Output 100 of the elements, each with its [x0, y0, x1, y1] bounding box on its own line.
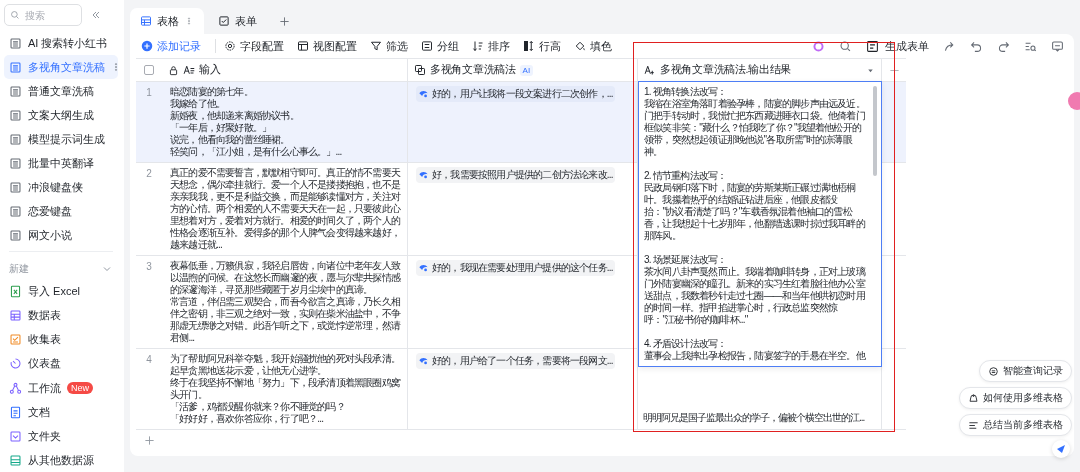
create-item[interactable]: 工作流 New [4, 376, 118, 400]
section-text: 民政局钢印落下时，陆宴的劳斯莱斯正碾过满地梧桐叶。我攥着热乎的结婚证钻进后座，他眼皮都没抬："协议看清楚了吗？"车载香氛混着他袖口的雪松香，让我想起十七岁那年，他翻墙逃课时掠过我耳畔的那阵风。 [644, 182, 865, 242]
toolbar-button[interactable]: 字段配置 [219, 36, 289, 56]
toolbar-button[interactable]: 分组 [416, 36, 464, 56]
row-number: 3 [145, 260, 153, 274]
cell-text-line: 暗恋陆宴的第七年。 [170, 86, 254, 98]
folder-icon [9, 429, 22, 443]
add-view-icon[interactable] [279, 15, 290, 27]
sidebar-item[interactable]: 恋爱键盘 [4, 199, 118, 224]
table-icon [9, 60, 22, 74]
cell-text-line: 新婚夜，他却递来离婚协议书。 [170, 110, 300, 122]
search-icon[interactable] [839, 39, 852, 53]
row-number: 4 [145, 353, 153, 367]
cell-text-line: 常言道，伴侣需三观契合，而吾今欲言之真谛，乃长久相伴之密钥，非三观之绝对一致，实则在柴米油盐中，不争那虚无缥缈之对错。此语乍听之下，或觉悖逆常理，然请君侧... [170, 296, 402, 344]
table-icon [9, 108, 22, 122]
sidebar-item[interactable]: 文案大纲生成 [4, 103, 118, 128]
text-field-icon [644, 64, 656, 76]
column-header[interactable]: 多视角文章洗稿法 AI [408, 59, 638, 81]
ai-result-chip[interactable]: 好的，用户让我将一段文案进行二次创作，... [416, 86, 615, 102]
table-icon [9, 204, 22, 218]
table-icon [9, 180, 22, 194]
cell-text-line: 明明阿兄是国子监最出众的学子，偏被个横空出世的江... [643, 411, 865, 425]
toolbar-button[interactable]: 视图配置 [292, 36, 362, 56]
view-settings-icon [297, 40, 309, 52]
sidebar-item[interactable]: 普通文章洗稿 [4, 79, 118, 104]
ai-result-chip[interactable]: 好，我需要按照用户提供的二创方法论来改... [416, 167, 615, 183]
cell-text-line: 轻笑问，「江小姐，是有什么心事么。」... [170, 146, 343, 158]
create-item[interactable]: 文件夹 [4, 424, 118, 449]
create-item[interactable]: 仪表盘 [4, 351, 118, 376]
create-item[interactable]: 从其他数据源 [4, 448, 118, 472]
toolbar-button[interactable]: 排序 [467, 36, 515, 56]
table-icon [9, 36, 22, 50]
comment-icon[interactable] [1051, 39, 1064, 53]
filter-icon [370, 40, 382, 52]
add-row-icon[interactable] [144, 434, 155, 446]
create-item[interactable]: 数据表 [4, 303, 118, 328]
section-text: 我缩在浴室角落盯着验孕棒，陆宴的脚步声由远及近。门把手转动时，我慌忙把东西藏进睡衣口袋。他倚着门框似笑非笑："藏什么？怕我吃了你？"我望着他松开的领带，突然想起领证那晚他说"各取所需"时的凉薄眼神。 [644, 98, 865, 158]
create-item[interactable]: 文档 [4, 400, 118, 425]
undo-icon[interactable] [970, 39, 983, 53]
sidebar-item[interactable]: 冲浪键盘侠 [4, 175, 118, 200]
sidebar-item[interactable]: 批量中英翻译 [4, 151, 118, 176]
cell-text-line: 终于在我坚持不懈地「努力」下，段承清顶着黑眼圈鸡窝头开门。 [170, 377, 402, 401]
ai-spark-icon [418, 355, 429, 367]
collapse-icon[interactable] [90, 9, 102, 21]
ai-result-chip[interactable]: 好的，我现在需要处理用户提供的这个任务... [416, 260, 615, 276]
floating-action-button[interactable]: 总结当前多维表格 [959, 414, 1072, 436]
scrollbar[interactable] [873, 86, 877, 176]
ai-result-chip[interactable]: 好的，用户给了一个任务，需要将一段网文... [416, 353, 615, 369]
table-icon [9, 132, 22, 146]
search-icon [10, 10, 20, 20]
expanded-cell-dialog[interactable] [638, 81, 882, 367]
sidebar-item[interactable]: 模型提示词生成 [4, 127, 118, 152]
toolbar-button[interactable]: 行高 [518, 36, 566, 56]
view-tab[interactable]: 表单 [208, 8, 267, 34]
gauge-icon [9, 357, 22, 371]
cell-text-line: 真正的爱不需要誓言，默默相守即可。真正的情不需要天天想念，偶尔牵挂就行。爱一个人不是搂搂抱抱，也不是亲亲我我，更不是利益交换，而是能够读懂对方，关注对方的心情。两个相爱的人不需要天天在一起，只要彼此心里想着对方，爱着对方就行。相爱的时间久了，两个人的性格会逐渐互补。爱得多的那个人脾气会变得越来越好，越来越迁就... [170, 167, 402, 251]
cell-text-line: 为了帮助阿兄科举夺魁，我开始骚扰他的死对头段承清。 [170, 353, 401, 365]
table-icon [9, 228, 22, 242]
column-header[interactable]: 输入 [162, 59, 408, 81]
sidebar-item[interactable]: 多视角文章洗稿 [4, 55, 118, 80]
add-icon [141, 40, 153, 52]
sidebar-item[interactable]: 网文小说 [4, 223, 118, 248]
workflow-icon [9, 381, 22, 395]
create-item[interactable]: 收集表 [4, 327, 118, 352]
section-text: 茶水间八卦声戛然而止。我端着咖啡转身，正对上玻璃门外陆宴幽深的瞳孔。新来的实习生红着脸往他办公室送甜点，我数着秒针走过七圈——和当年他哄初恋时用的时间一样。指甲掐进掌心时，行政总监突然惊呼："江秘书你的咖啡杯..." [644, 266, 865, 326]
toolbar-button[interactable]: 填色 [569, 36, 617, 56]
cell-text-line: 「好好好，喜欢你答应你，行了吧？... [170, 413, 325, 425]
floating-action-button[interactable]: 如何使用多维表格 [959, 387, 1072, 409]
section-title: 新建 [9, 262, 29, 277]
toolbar-button[interactable]: 添加记录 [136, 36, 206, 56]
section-heading: 2. 情节重构法改写： [644, 170, 728, 182]
cell-text-line: 「活爹，鸡都没醒你就来？你不睡觉的吗？ [170, 401, 346, 413]
redo-icon[interactable] [997, 39, 1010, 53]
cell-text-line: 我嫁给了他。 [170, 98, 227, 110]
excel-file-icon [9, 285, 22, 299]
search-field[interactable]: 搜索 [4, 4, 82, 26]
database-icon [9, 453, 22, 467]
section-heading: 1. 视角转换法改写： [644, 86, 728, 98]
table-icon [9, 156, 22, 170]
checkbox[interactable] [144, 65, 154, 75]
share-icon[interactable] [943, 39, 956, 53]
ai-assistant-icon[interactable] [812, 39, 825, 53]
table-icon [9, 84, 22, 98]
gear-icon [224, 40, 236, 52]
grid-icon [140, 15, 152, 27]
row-number: 1 [145, 86, 153, 100]
cell-text-line: 「一年后，好聚好散。」 [170, 122, 273, 134]
toolbar-button[interactable]: 筛选 [365, 36, 413, 56]
create-item[interactable]: 导入 Excel [4, 279, 118, 304]
sidebar-item[interactable]: AI 搜索转小红书 [4, 31, 118, 56]
ai-spark-icon [418, 88, 429, 100]
summary-icon [968, 419, 979, 431]
section-heading: 3. 场景延展法改写： [644, 254, 728, 266]
document-icon [9, 405, 22, 419]
sort-icon [472, 40, 484, 52]
row-number: 2 [145, 167, 153, 181]
view-tab[interactable]: 表格 [130, 8, 204, 34]
form-icon [9, 333, 22, 347]
floating-action-button[interactable]: 智能查询记录 [979, 360, 1072, 382]
cell-text-line: 夜幕低垂，万籁俱寂，我轻启唇齿，向诸位中老年友人致以温煦的问候。在这悠长而幽邃的夜，愿与尔辈共探情感的深邃海洋，寻觅那些藏匿于岁月尘埃中的真谛。 [170, 260, 402, 296]
